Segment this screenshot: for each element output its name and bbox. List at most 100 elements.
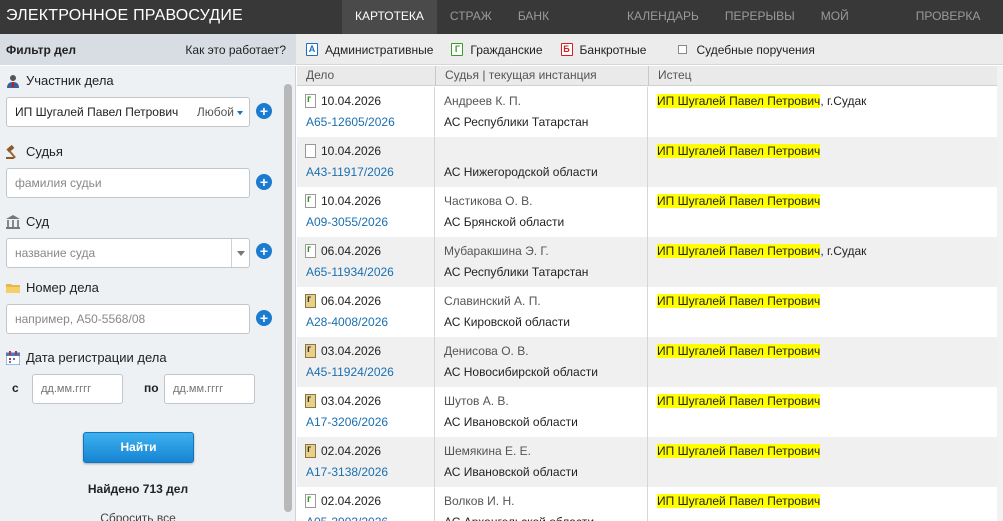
column-divider [647, 137, 648, 187]
judge-name: Шутов А. В. [444, 394, 509, 408]
plaintiff-name[interactable]: ИП Шугалей Павел Петрович [657, 494, 821, 508]
case-document-icon [305, 444, 316, 458]
nav-tab-3[interactable]: КАЛЕНДАРЬ [614, 0, 712, 34]
how-it-works-link[interactable]: Как это работает? [185, 43, 286, 57]
judge-name: Денисова О. В. [444, 344, 529, 358]
nav-tab-4[interactable]: ПЕРЕРЫВЫ [712, 0, 808, 34]
plaintiff-name[interactable]: ИП Шугалей Павел Петрович [657, 294, 821, 308]
case-document-icon [305, 294, 316, 308]
plaintiff-cell: ИП Шугалей Павел Петрович [657, 194, 821, 208]
sidebar-scrollbar[interactable] [284, 84, 292, 512]
table-row[interactable]: 10.04.2026 А43-11917/2026 АС Нижегородской… [297, 137, 997, 187]
case-date: 06.04.2026 [321, 294, 382, 308]
case-number-input[interactable] [6, 304, 250, 334]
court-name: АС Республики Татарстан [444, 265, 589, 279]
participant-role-dropdown[interactable]: Любой [197, 98, 243, 126]
table-row[interactable]: 06.04.2026 А28-4008/2026 Славинский А. П. А… [297, 287, 997, 337]
date-from-label: с [12, 381, 19, 395]
participant-section-label: Участник дела [6, 73, 114, 88]
case-date: 10.04.2026 [321, 94, 382, 108]
case-number-link[interactable]: А17-3138/2026 [306, 465, 388, 479]
search-button[interactable]: Найти [83, 432, 194, 463]
table-row[interactable]: 03.04.2026 А45-11924/2026 Денисова О. В. АС… [297, 337, 997, 387]
plaintiff-name[interactable]: ИП Шугалей Павел Петрович [657, 194, 821, 208]
plaintiff-cell: ИП Шугалей Павел Петрович [657, 444, 821, 458]
table-row[interactable]: 03.04.2026 А17-3206/2026 Шутов А. В. АС Ива… [297, 387, 997, 437]
table-row[interactable]: 10.04.2026 А09-3055/2026 Частикова О. В. АС… [297, 187, 997, 237]
header-judge[interactable]: Судья | текущая инстанция [435, 66, 648, 86]
column-divider [647, 287, 648, 337]
case-number-link[interactable]: А28-4008/2026 [306, 315, 388, 329]
header-plaintiff[interactable]: Истец [648, 66, 997, 86]
column-divider [647, 337, 648, 387]
case-date: 10.04.2026 [321, 194, 382, 208]
date-section-label: Дата регистрации дела [5, 350, 167, 365]
case-document-icon [305, 94, 316, 108]
case-number-link[interactable]: А09-3055/2026 [306, 215, 388, 229]
court-name: АС Кировской области [444, 315, 570, 329]
plaintiff-cell: ИП Шугалей Павел Петрович [657, 394, 821, 408]
date-to-input[interactable] [164, 374, 255, 404]
table-scrollbar[interactable] [997, 66, 1003, 521]
case-type-filter-2[interactable]: Б Банкротные [560, 43, 646, 57]
nav-tab-2[interactable]: БАНК РЕШЕНИЙ [505, 0, 614, 56]
results-count: Найдено 713 дел [87, 482, 189, 496]
calendar-icon [5, 350, 21, 365]
plaintiff-suffix: , г.Судак [820, 244, 867, 258]
judge-input[interactable] [6, 168, 250, 198]
app-title[interactable]: ЭЛЕКТРОННОЕ ПРАВОСУДИЕ [6, 7, 243, 25]
plaintiff-name[interactable]: ИП Шугалей Павел Петрович [657, 394, 821, 408]
column-divider [434, 187, 435, 237]
column-divider [647, 487, 648, 521]
plaintiff-suffix: , г.Судак [820, 94, 867, 108]
case-number-link[interactable]: А05-3993/2026 [306, 515, 388, 521]
plaintiff-cell: ИП Шугалей Павел Петрович [657, 144, 821, 158]
nav-tab-6[interactable]: ПРОВЕРКА ЭП [903, 0, 1003, 56]
plaintiff-name[interactable]: ИП Шугалей Павел Петрович [657, 444, 821, 458]
case-type-filter-3[interactable]: Судебные поручения [664, 42, 815, 57]
plaintiff-name[interactable]: ИП Шугалей Павел Петрович [657, 94, 821, 108]
table-row[interactable]: 10.04.2026 А65-12605/2026 Андреев К. П. АС … [297, 87, 997, 137]
nav-tab-0[interactable]: КАРТОТЕКА [342, 0, 437, 34]
add-court-button[interactable]: + [256, 243, 272, 259]
column-divider [434, 287, 435, 337]
plaintiff-name[interactable]: ИП Шугалей Павел Петрович [657, 144, 821, 158]
case-number-link[interactable]: А45-11924/2026 [306, 365, 394, 379]
case-type-filter-1[interactable]: Г Гражданские [451, 43, 543, 57]
case-number-link[interactable]: А17-3206/2026 [306, 415, 388, 429]
court-name: АС Новосибирской области [444, 365, 598, 379]
judge-name: Шемякина Е. Е. [444, 444, 532, 458]
add-judge-button[interactable]: + [256, 174, 272, 190]
nav-tab-1[interactable]: СТРАЖ [437, 0, 505, 34]
date-from-input[interactable] [32, 374, 123, 404]
case-date: 06.04.2026 [321, 244, 382, 258]
plaintiff-cell: ИП Шугалей Павел Петрович, г.Судак [657, 94, 866, 108]
judge-name: Андреев К. П. [444, 94, 521, 108]
sub-bar: Фильтр дел Как это работает? А Администра… [0, 34, 1003, 65]
column-divider [434, 137, 435, 187]
case-type-label: Судебные поручения [696, 42, 815, 57]
table-body: 10.04.2026 А65-12605/2026 Андреев К. П. АС … [297, 87, 997, 521]
case-type-filter-0[interactable]: А Административные [306, 43, 433, 57]
header-case[interactable]: Дело [297, 66, 434, 86]
case-number-section-label: Номер дела [6, 280, 99, 295]
case-number-link[interactable]: А65-11934/2026 [306, 265, 394, 279]
court-select[interactable]: название суда [6, 238, 250, 268]
table-row[interactable]: 06.04.2026 А65-11934/2026 Мубаракшина Э. Г… [297, 237, 997, 287]
court-name: АС Нижегородской области [444, 165, 598, 179]
table-row[interactable]: 02.04.2026 А17-3138/2026 Шемякина Е. Е. АС … [297, 437, 997, 487]
court-name: АС Архангельской области [444, 515, 594, 521]
add-case-number-button[interactable]: + [256, 310, 272, 326]
case-number-link[interactable]: А65-12605/2026 [306, 115, 395, 129]
table-row[interactable]: 02.04.2026 А05-3993/2026 Волков И. Н. АС Ар… [297, 487, 997, 521]
plaintiff-name[interactable]: ИП Шугалей Павел Петрович [657, 344, 821, 358]
nav-tab-5[interactable]: МОЙ АРБИТР [808, 0, 903, 56]
case-number-link[interactable]: А43-11917/2026 [306, 165, 394, 179]
main-nav: КАРТОТЕКАСТРАЖБАНК РЕШЕНИЙКАЛЕНДАРЬПЕРЕР… [342, 0, 1003, 56]
add-participant-button[interactable]: + [256, 103, 272, 119]
chevron-down-icon[interactable] [231, 239, 249, 267]
case-type-label: Административные [325, 42, 434, 57]
plaintiff-name[interactable]: ИП Шугалей Павел Петрович [657, 244, 821, 258]
participant-field[interactable]: ИП Шугалей Павел Петрович Любой [6, 97, 250, 127]
reset-all-link[interactable]: Сбросить все [0, 511, 276, 521]
